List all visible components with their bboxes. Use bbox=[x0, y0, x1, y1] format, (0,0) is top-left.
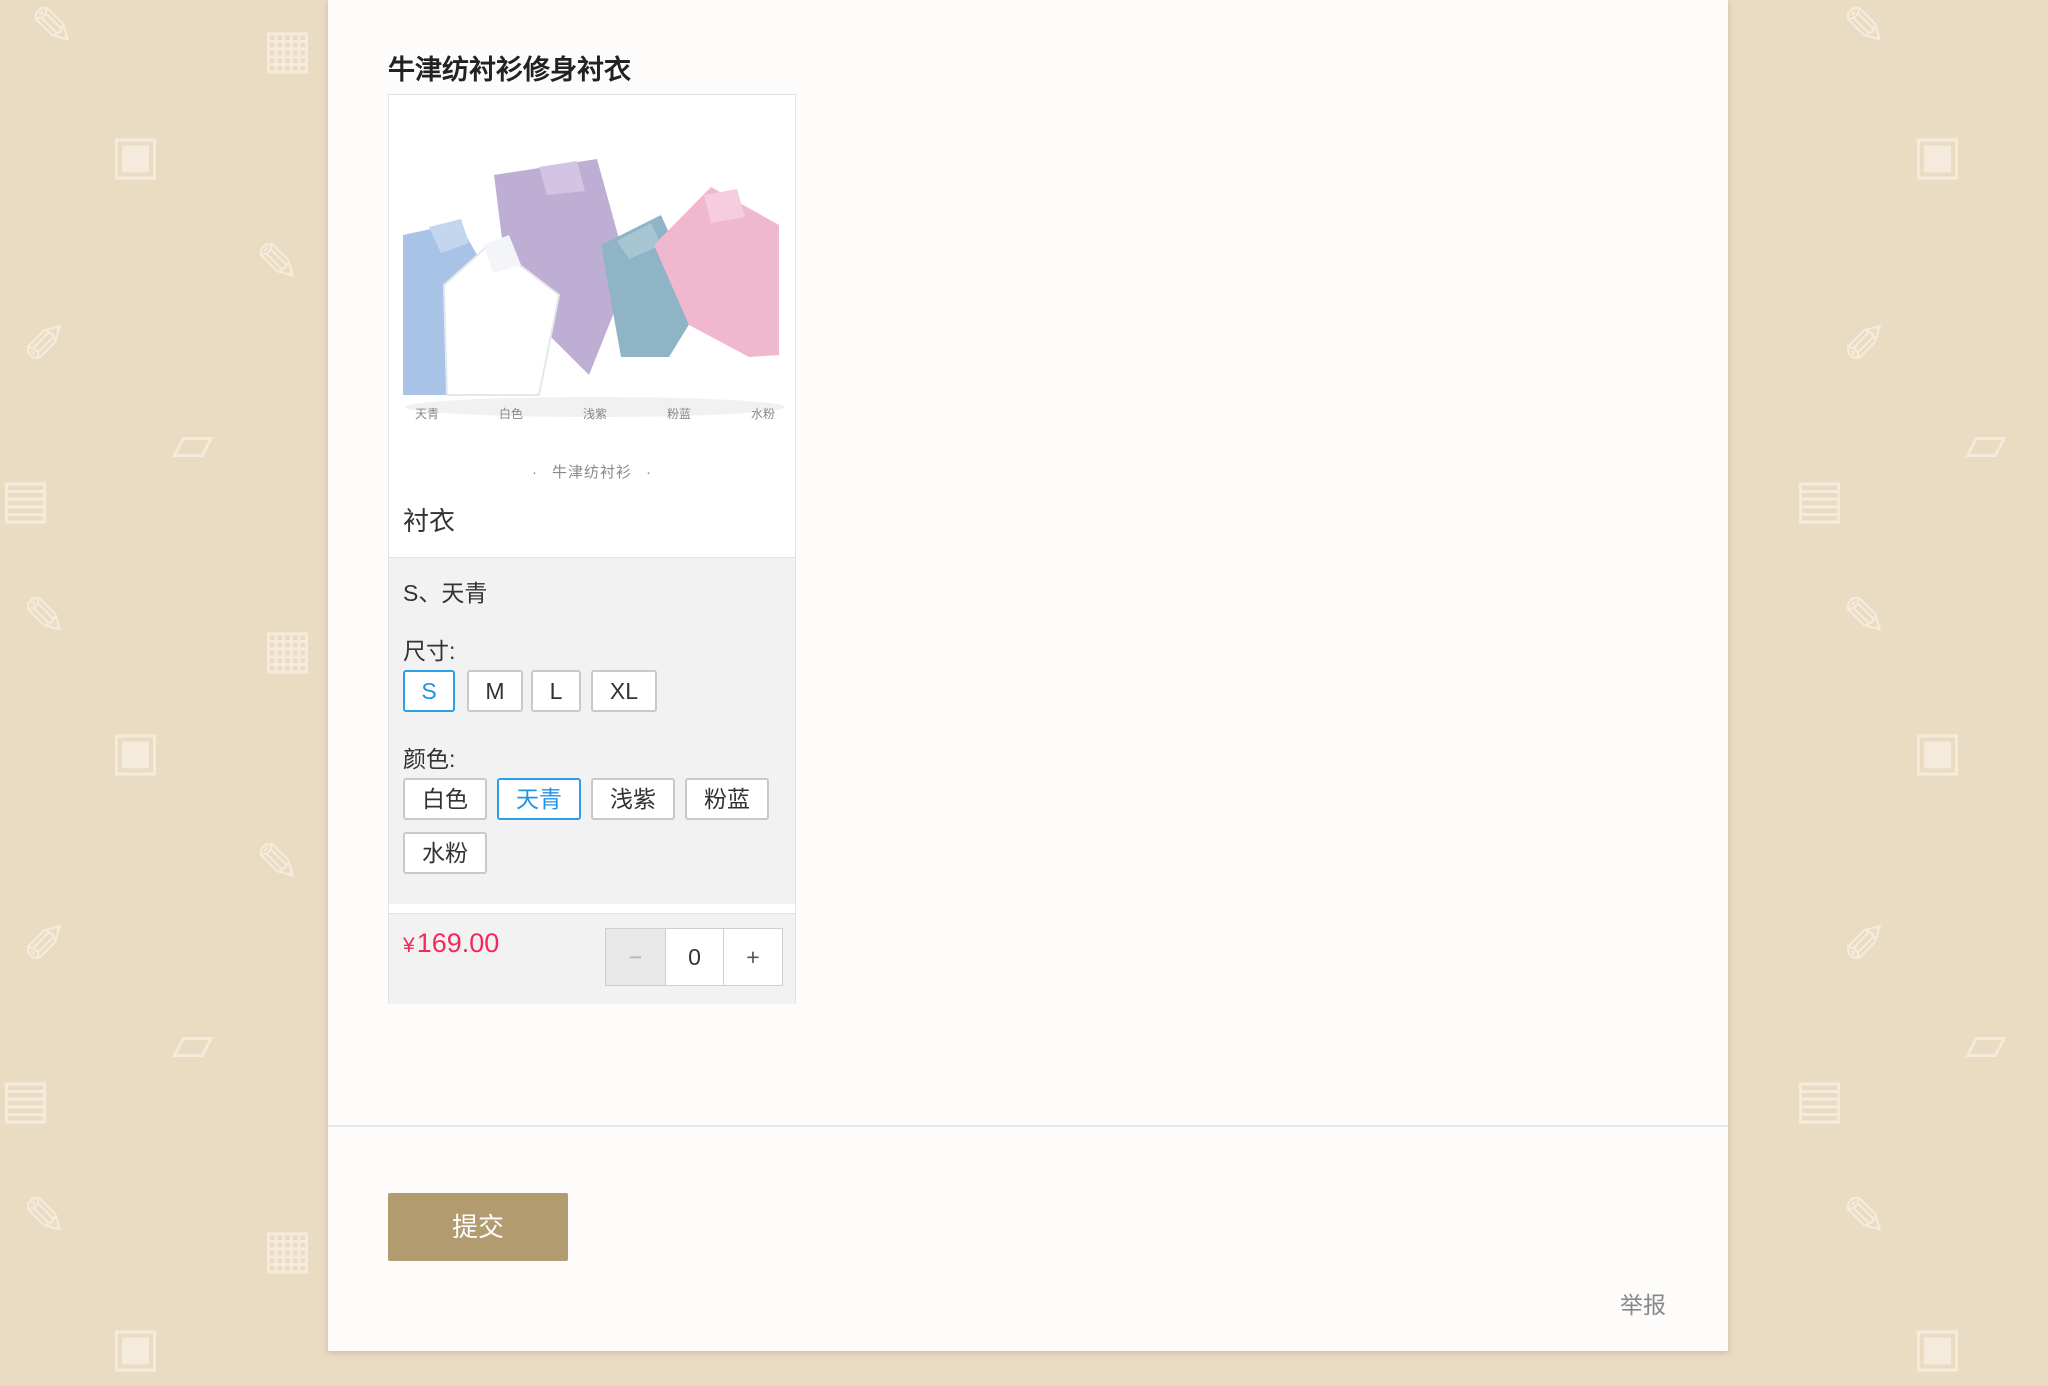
cube-icon: ▦ bbox=[262, 1217, 314, 1280]
cabinet-icon: ▤ bbox=[1794, 1067, 1846, 1130]
pencil-icon: ✐ bbox=[1842, 913, 1888, 976]
backpack-icon: ▣ bbox=[1912, 719, 1964, 782]
report-link[interactable]: 举报 bbox=[1620, 1286, 1666, 1320]
image-caption-3: 浅紫 bbox=[582, 407, 607, 421]
backpack-icon: ▣ bbox=[110, 123, 162, 186]
cabinet-icon: ▤ bbox=[1794, 467, 1846, 530]
image-caption-1: 天青 bbox=[415, 407, 440, 421]
image-caption-2: 白色 bbox=[498, 407, 523, 421]
product-card: 天青 白色 浅紫 粉蓝 水粉 · 牛津纺衬衫 · 衬衣 S、天青 尺寸: S M L… bbox=[388, 94, 796, 1004]
pencil-icon: ✎ bbox=[255, 831, 301, 894]
cube-icon: ▦ bbox=[262, 17, 314, 80]
image-caption-text: 牛津纺衬衫 bbox=[551, 464, 632, 481]
pencil-icon: ✐ bbox=[22, 913, 68, 976]
backpack-icon: ▣ bbox=[1912, 123, 1964, 186]
book-icon: ▱ bbox=[1965, 411, 2007, 474]
size-option-s[interactable]: S bbox=[403, 670, 455, 712]
color-option-light-purple[interactable]: 浅紫 bbox=[591, 778, 675, 820]
cube-icon: ▦ bbox=[262, 617, 314, 680]
size-label: 尺寸: bbox=[403, 638, 456, 664]
backpack-icon: ▣ bbox=[110, 1315, 162, 1378]
section-divider bbox=[328, 1125, 1728, 1127]
backpack-icon: ▣ bbox=[1912, 1315, 1964, 1378]
pencil-icon: ✎ bbox=[1842, 1185, 1888, 1248]
pencil-icon: ✐ bbox=[1842, 313, 1888, 376]
question-title: 牛津纺衬衫修身衬衣 bbox=[388, 55, 631, 85]
quantity-input[interactable]: 0 bbox=[666, 929, 724, 985]
price: ¥169.00 bbox=[403, 928, 499, 959]
product-name: 衬衣 bbox=[403, 506, 456, 536]
pencil-icon: ✎ bbox=[1842, 0, 1888, 58]
decrement-button[interactable]: − bbox=[606, 929, 666, 985]
currency-symbol: ¥ bbox=[403, 934, 415, 957]
pencil-icon: ✎ bbox=[22, 1185, 68, 1248]
pencil-icon: ✎ bbox=[255, 231, 301, 294]
price-value: 169.00 bbox=[416, 928, 500, 958]
size-option-m[interactable]: M bbox=[467, 670, 523, 712]
pencil-icon: ✎ bbox=[22, 585, 68, 648]
submit-button[interactable]: 提交 bbox=[388, 1193, 568, 1261]
color-option-pink[interactable]: 水粉 bbox=[403, 832, 487, 874]
color-label: 颜色: bbox=[403, 746, 456, 772]
price-bar: ¥169.00 − 0 + bbox=[389, 913, 795, 1004]
selected-spec-summary: S、天青 bbox=[403, 580, 488, 606]
book-icon: ▱ bbox=[1965, 1011, 2007, 1074]
survey-card: 牛津纺衬衫修身衬衣 天青 白色 浅紫 粉蓝 水粉 · 牛津纺衬衫 · 衬衣 S、… bbox=[328, 0, 1728, 1351]
cabinet-icon: ▤ bbox=[0, 1067, 52, 1130]
image-caption-5: 水粉 bbox=[750, 407, 775, 421]
spec-panel: S、天青 尺寸: S M L XL 颜色: 白色 天青 浅紫 粉蓝 水粉 bbox=[389, 557, 795, 904]
pencil-icon: ✐ bbox=[22, 313, 68, 376]
book-icon: ▱ bbox=[172, 411, 214, 474]
color-option-white[interactable]: 白色 bbox=[403, 778, 487, 820]
color-captions: 天青 白色 浅紫 粉蓝 水粉 bbox=[415, 405, 775, 422]
pencil-icon: ✎ bbox=[1842, 585, 1888, 648]
product-image[interactable]: 天青 白色 浅紫 粉蓝 水粉 · 牛津纺衬衫 · bbox=[389, 95, 795, 495]
size-option-xl[interactable]: XL bbox=[591, 670, 657, 712]
image-caption-4: 粉蓝 bbox=[666, 407, 691, 421]
pencil-icon: ✎ bbox=[30, 0, 76, 58]
book-icon: ▱ bbox=[172, 1011, 214, 1074]
size-option-l[interactable]: L bbox=[531, 670, 581, 712]
cabinet-icon: ▤ bbox=[0, 467, 52, 530]
backpack-icon: ▣ bbox=[110, 719, 162, 782]
image-footer-caption: · 牛津纺衬衫 · bbox=[531, 464, 652, 481]
shirts-illustration bbox=[403, 159, 785, 417]
color-option-powder-blue[interactable]: 粉蓝 bbox=[685, 778, 769, 820]
quantity-stepper: − 0 + bbox=[605, 928, 783, 986]
color-option-sky-blue[interactable]: 天青 bbox=[497, 778, 581, 820]
increment-button[interactable]: + bbox=[724, 929, 782, 985]
